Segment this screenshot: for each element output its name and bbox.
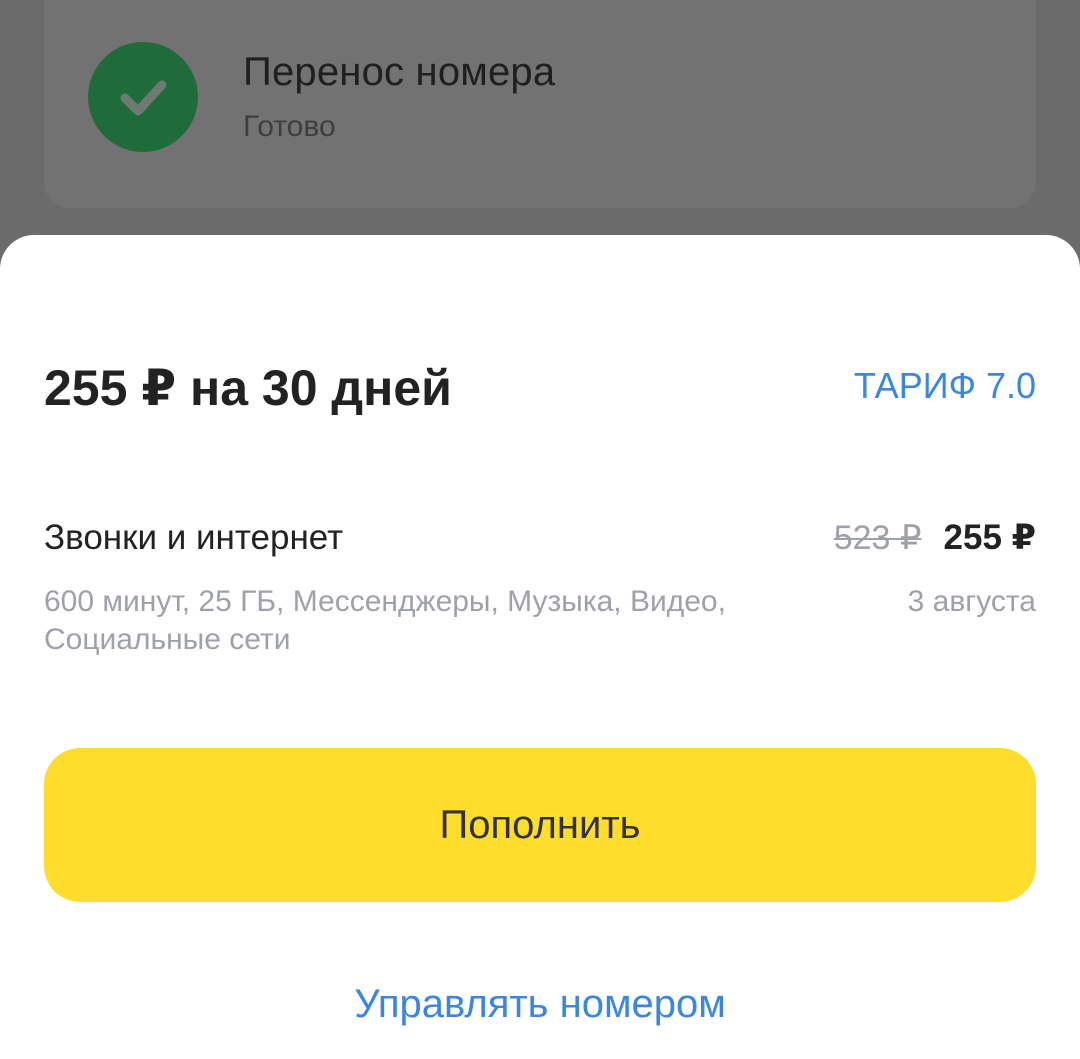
- new-price: 255 ₽: [943, 518, 1036, 557]
- service-date: 3 августа: [907, 585, 1036, 618]
- old-price: 523 ₽: [833, 519, 922, 557]
- number-transfer-status: Готово: [243, 110, 336, 143]
- sheet-title: 255 ₽ на 30 дней: [44, 360, 452, 416]
- topup-button[interactable]: Пополнить: [44, 748, 1036, 902]
- service-prices: 523 ₽ 255 ₽: [834, 518, 1036, 558]
- manage-number-link[interactable]: Управлять номером: [0, 979, 1080, 1029]
- service-description: 600 минут, 25 ГБ, Мессенджеры, Музыка, В…: [44, 585, 726, 656]
- check-icon: [120, 80, 167, 116]
- tariff-link[interactable]: ТАРИФ 7.0: [854, 364, 1036, 408]
- success-status-icon: [88, 42, 198, 152]
- tariff-bottom-sheet: 255 ₽ на 30 дней ТАРИФ 7.0 Звонки и инте…: [0, 235, 1080, 1059]
- service-name: Звонки и интернет: [44, 518, 344, 557]
- number-transfer-title: Перенос номера: [243, 50, 556, 94]
